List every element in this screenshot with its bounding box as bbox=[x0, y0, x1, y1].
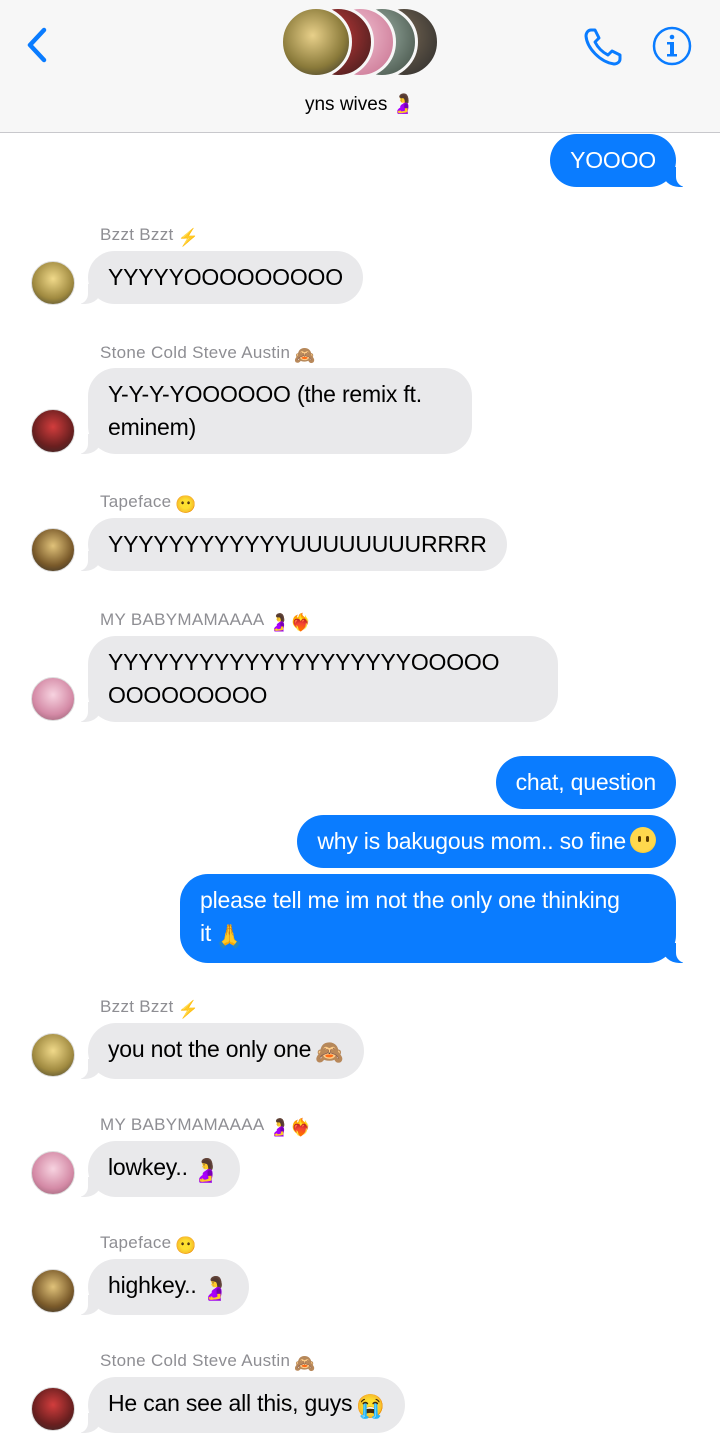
message-bubble-incoming[interactable]: YYYYYYYYYYYYUUUUUUUURRRR bbox=[78, 518, 507, 571]
message-text: YYYYYOOOOOOOOO bbox=[108, 264, 343, 290]
praying-hands-emoji: 🙏 bbox=[215, 923, 244, 949]
message-text: lowkey.. bbox=[108, 1154, 188, 1180]
sender-label: MY BABYMAMAAAA bbox=[100, 610, 265, 629]
sender-emoji: 😶 bbox=[175, 495, 197, 514]
message-text-line: Y-Y-Y-YOOOOOO (the remix ft. bbox=[108, 381, 422, 407]
sender-emoji: 🤰❤️‍🔥 bbox=[268, 1118, 312, 1137]
info-icon[interactable] bbox=[652, 26, 692, 66]
pregnant-woman-emoji: 🤰 bbox=[200, 1275, 230, 1301]
avatar-babymama[interactable] bbox=[31, 1151, 75, 1195]
neutral-face-emoji bbox=[630, 827, 656, 853]
message-bubble-outgoing[interactable]: chat, question bbox=[495, 756, 676, 809]
sender-name: Bzzt Bzzt ⚡ bbox=[100, 225, 199, 248]
message-text: chat, question bbox=[515, 769, 657, 795]
message-bubble-incoming[interactable]: lowkey.. 🤰 bbox=[77, 1141, 241, 1197]
sender-name: Bzzt Bzzt ⚡ bbox=[100, 997, 199, 1020]
avatar-stone-cold[interactable] bbox=[31, 1387, 75, 1431]
message-text-line: it bbox=[200, 920, 212, 946]
message-text: why is bakugous mom.. so fine bbox=[317, 828, 626, 854]
sender-label: Bzzt Bzzt bbox=[100, 225, 174, 244]
message-bubble-outgoing[interactable]: YOOOO bbox=[550, 134, 686, 187]
sender-name: Stone Cold Steve Austin 🙈 bbox=[100, 343, 316, 366]
chat-header: yns wives 🤰 bbox=[0, 0, 720, 133]
back-chevron-icon[interactable] bbox=[20, 22, 56, 68]
avatar-tapeface[interactable] bbox=[31, 1269, 75, 1313]
sender-emoji: 🙈 bbox=[294, 346, 316, 365]
group-avatar-stack[interactable] bbox=[280, 6, 440, 78]
message-bubble-incoming[interactable]: He can see all this, guys 😭 bbox=[78, 1377, 405, 1433]
see-no-evil-emoji: 🙈 bbox=[315, 1039, 344, 1065]
avatar-bzzt[interactable] bbox=[31, 261, 75, 305]
sender-emoji: 🤰❤️‍🔥 bbox=[268, 613, 312, 632]
message-bubble-incoming[interactable]: YYYYYYYYYYYYYYYYYYYYOOOOO OOOOOOOOO bbox=[78, 636, 558, 722]
sender-label: MY BABYMAMAAAA bbox=[100, 1115, 265, 1134]
sender-label: Bzzt Bzzt bbox=[100, 997, 174, 1016]
avatar-babymama[interactable] bbox=[31, 677, 75, 721]
message-text: you not the only one bbox=[108, 1036, 312, 1062]
sender-name: MY BABYMAMAAAA 🤰❤️‍🔥 bbox=[100, 1115, 311, 1138]
sender-emoji: ⚡ bbox=[177, 1000, 200, 1019]
sender-label: Stone Cold Steve Austin bbox=[100, 1351, 291, 1370]
group-name-emoji: 🤰 bbox=[391, 94, 416, 115]
sender-name: MY BABYMAMAAAA 🤰❤️‍🔥 bbox=[100, 610, 311, 633]
avatar-stone-cold[interactable] bbox=[31, 409, 75, 453]
group-name-label: yns wives bbox=[304, 94, 388, 115]
message-text: highkey.. bbox=[108, 1272, 197, 1298]
sender-emoji: ⚡ bbox=[177, 228, 200, 247]
message-bubble-incoming[interactable]: highkey.. 🤰 bbox=[77, 1259, 250, 1315]
message-text: YYYYYYYYYYYYUUUUUUUURRRR bbox=[108, 531, 487, 557]
sender-emoji: 😶 bbox=[175, 1236, 197, 1255]
group-name[interactable]: yns wives 🤰 bbox=[0, 92, 720, 116]
message-bubble-incoming[interactable]: you not the only one 🙈 bbox=[78, 1023, 364, 1079]
message-bubble-outgoing[interactable]: please tell me im not the only one think… bbox=[180, 874, 686, 963]
message-text-line: YYYYYYYYYYYYYYYYYYYYOOOOO bbox=[108, 649, 500, 675]
avatar bbox=[280, 6, 352, 78]
message-bubble-incoming[interactable]: Y-Y-Y-YOOOOOO (the remix ft. eminem) bbox=[78, 368, 472, 454]
message-bubble-outgoing[interactable]: why is bakugous mom.. so fine bbox=[297, 815, 676, 868]
sender-label: Tapeface bbox=[100, 492, 172, 511]
message-text: He can see all this, guys bbox=[108, 1390, 353, 1416]
avatar-bzzt[interactable] bbox=[31, 1033, 75, 1077]
message-text-line: please tell me im not the only one think… bbox=[200, 887, 620, 913]
sender-emoji: 🙈 bbox=[294, 1354, 316, 1373]
phone-icon[interactable] bbox=[580, 24, 626, 70]
sender-name: Stone Cold Steve Austin 🙈 bbox=[100, 1351, 316, 1374]
avatar-tapeface[interactable] bbox=[31, 528, 75, 572]
message-text-line: eminem) bbox=[108, 414, 197, 440]
message-text-line: OOOOOOOOO bbox=[108, 682, 268, 708]
message-bubble-incoming[interactable]: YYYYYOOOOOOOOO bbox=[78, 251, 363, 304]
sender-name: Tapeface 😶 bbox=[100, 1233, 197, 1256]
sender-label: Stone Cold Steve Austin bbox=[100, 343, 291, 362]
sender-name: Tapeface 😶 bbox=[100, 492, 197, 515]
sender-label: Tapeface bbox=[100, 1233, 172, 1252]
message-text: YOOOO bbox=[570, 147, 656, 173]
crying-face-emoji: 😭 bbox=[356, 1393, 385, 1419]
pregnant-woman-emoji: 🤰 bbox=[191, 1157, 221, 1183]
